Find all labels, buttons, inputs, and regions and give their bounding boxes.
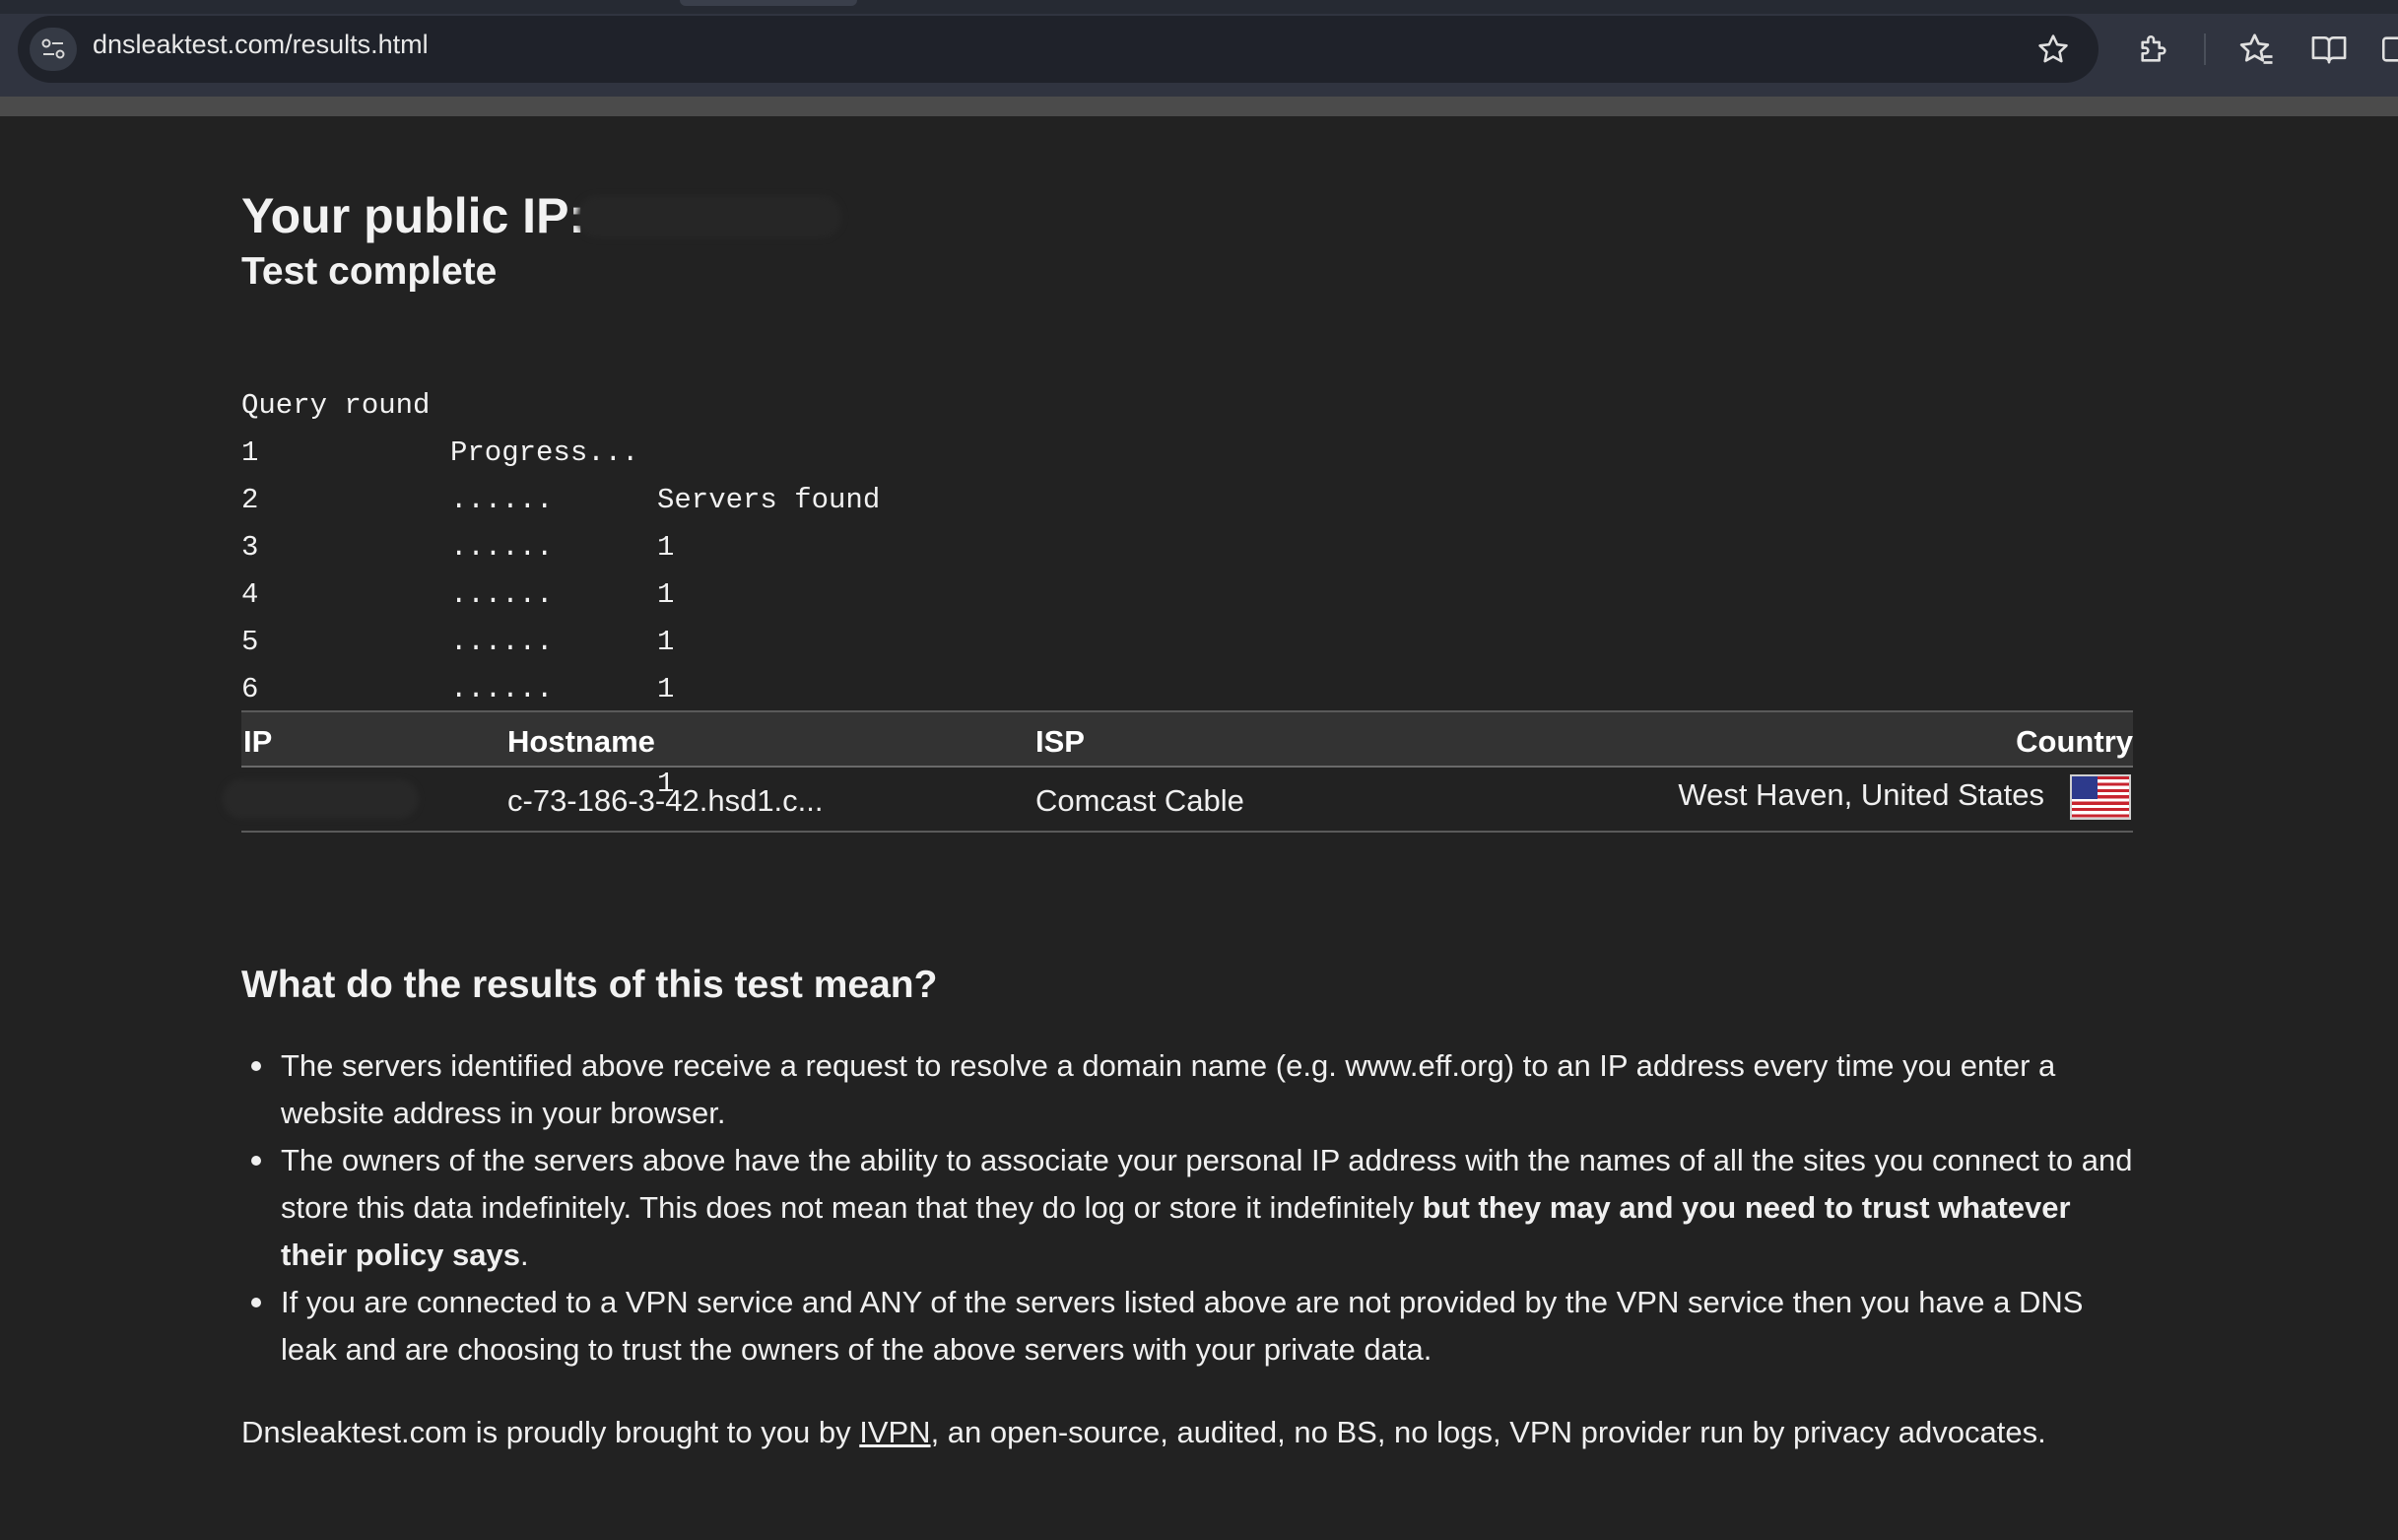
progress-row: 3 ...... 1 — [241, 477, 674, 658]
isp-cell: Comcast Cable — [1035, 783, 1244, 818]
progress-row: 6 ...... 1 — [241, 619, 674, 800]
footer-credit: Dnsleaktest.com is proudly brought to yo… — [241, 1415, 2046, 1450]
servers-found: 1 — [657, 578, 675, 611]
progress-dots: ...... — [450, 531, 554, 564]
faq-list: The servers identified above receive a r… — [241, 1042, 2133, 1373]
reading-mode-icon[interactable] — [2307, 28, 2351, 71]
hostname-cell: c-73-186-3-42.hsd1.c... — [507, 783, 824, 818]
column-header-isp: ISP — [1035, 724, 1085, 759]
servers-found: 1 — [657, 673, 675, 705]
progress-dots: ...... — [450, 626, 554, 658]
faq-point-text: The servers identified above receive a r… — [281, 1048, 2056, 1130]
faq-point-tail: . — [519, 1238, 529, 1272]
bookmark-star-icon[interactable] — [2032, 28, 2075, 71]
ivpn-link[interactable]: IVPN — [859, 1415, 930, 1449]
faq-point-text: If you are connected to a VPN service an… — [281, 1285, 2084, 1367]
us-flag-icon — [2070, 774, 2131, 820]
list-item: If you are connected to a VPN service an… — [241, 1279, 2133, 1373]
country-cell: West Haven, United States — [1678, 777, 2044, 812]
progress-row: 2 ...... 1 — [241, 430, 674, 611]
footer-text-after: , an open-source, audited, no BS, no log… — [930, 1415, 2046, 1449]
extensions-icon[interactable] — [2132, 28, 2175, 71]
results-table-header: IP Hostname ISP Country — [241, 710, 2133, 768]
url-text[interactable]: dnsleaktest.com/results.html — [93, 30, 429, 60]
browser-toolbar: dnsleaktest.com/results.html — [0, 0, 2398, 97]
progress-row: 1 ...... 1 — [241, 382, 674, 564]
faq-heading: What do the results of this test mean? — [241, 964, 938, 1006]
test-status: Test complete — [241, 250, 498, 293]
tab-strip — [0, 0, 2398, 14]
progress-dots: ...... — [450, 578, 554, 611]
column-header-servers-found: Servers found — [657, 484, 881, 516]
column-header-progress: Progress... — [450, 436, 639, 469]
ip-value-redacted — [222, 779, 419, 819]
list-item: The servers identified above receive a r… — [241, 1042, 2133, 1137]
public-ip-heading: Your public IP: — [241, 188, 586, 243]
servers-found: 1 — [657, 626, 675, 658]
progress-dots: ...... — [450, 673, 554, 705]
progress-row: 4 ...... 1 — [241, 524, 674, 705]
servers-found: 1 — [657, 531, 675, 564]
list-item: The owners of the servers above have the… — [241, 1137, 2133, 1279]
split-screen-icon[interactable] — [2374, 28, 2398, 71]
site-info-icon[interactable] — [30, 28, 77, 71]
page-body: Your public IP: Test complete Query roun… — [0, 116, 2398, 1540]
table-row: c-73-186-3-42.hsd1.c... Comcast Cable We… — [222, 766, 2133, 833]
public-ip-value-redacted — [576, 195, 842, 238]
toolbar-divider — [2204, 33, 2206, 65]
progress-header-row: Query round Progress... Servers found — [241, 335, 880, 516]
page-divider — [0, 97, 2398, 116]
column-header-hostname: Hostname — [507, 724, 655, 759]
column-header-ip: IP — [243, 724, 273, 759]
column-header-country: Country — [2016, 724, 2133, 759]
footer-text-before: Dnsleaktest.com is proudly brought to yo… — [241, 1415, 860, 1449]
query-progress-table: Query round Progress... Servers found 1 … — [241, 335, 880, 800]
progress-row: 5 ...... 1 — [241, 571, 674, 753]
query-round: 6 — [241, 673, 259, 705]
favorites-icon[interactable] — [2234, 28, 2278, 71]
active-tab-edge[interactable] — [680, 0, 857, 6]
progress-dots: ...... — [450, 484, 554, 516]
